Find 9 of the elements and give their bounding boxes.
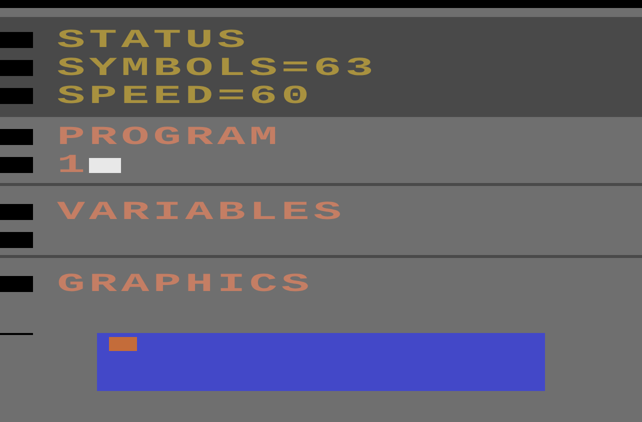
line-text: SYMBOLS=63 <box>57 57 378 79</box>
line-text: 1 <box>57 154 90 176</box>
section-heading: VARIABLES <box>57 201 346 223</box>
line-text: SPEED=60 <box>57 85 314 107</box>
line-marker <box>0 333 33 335</box>
section-heading: PROGRAM <box>57 126 282 148</box>
player-sprite <box>109 337 137 351</box>
section-heading: STATUS <box>57 29 250 51</box>
section-heading: GRAPHICS <box>57 273 314 295</box>
